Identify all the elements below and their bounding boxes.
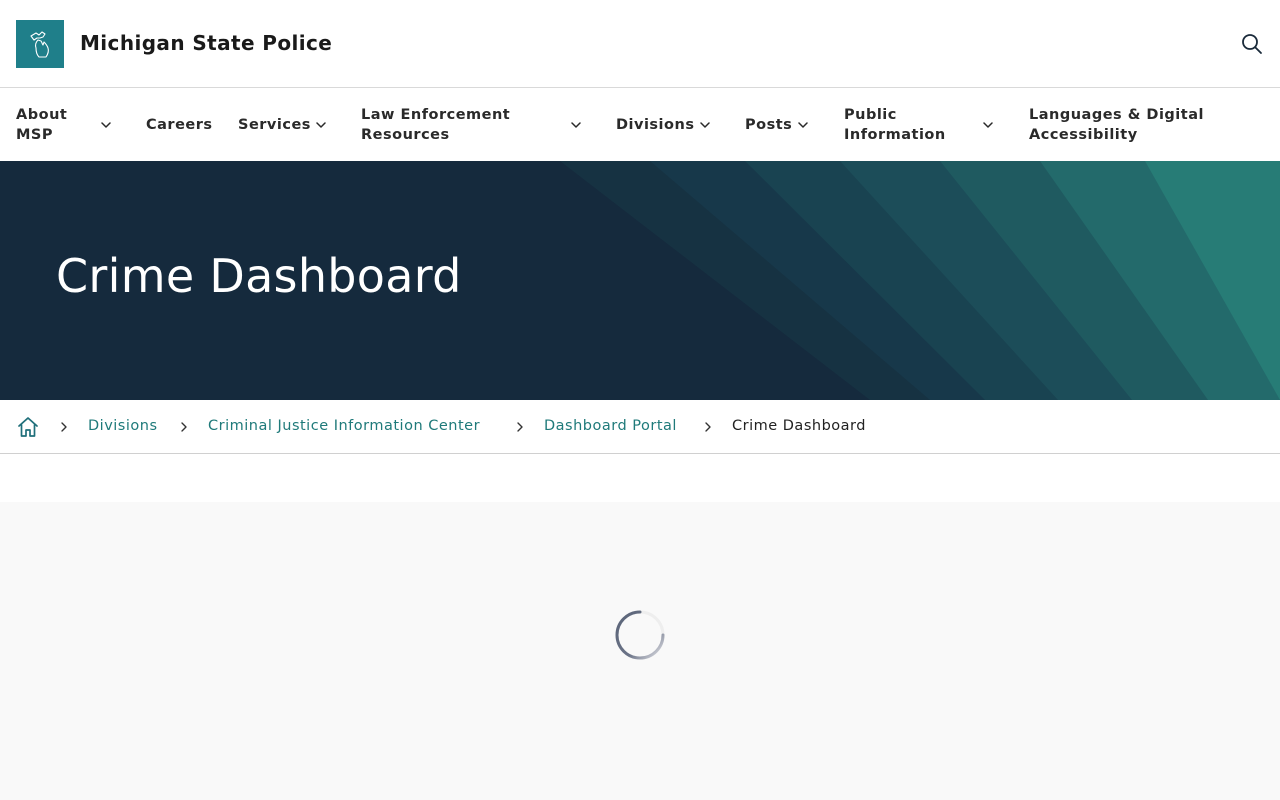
- search-button[interactable]: [1238, 30, 1266, 58]
- chevron-right-icon: [61, 422, 67, 432]
- home-icon[interactable]: [16, 415, 40, 439]
- michigan-state-outline-icon: [30, 31, 49, 58]
- nav-item-label: Public Information: [844, 107, 946, 143]
- nav-item-services[interactable]: Services: [238, 89, 330, 161]
- chevron-down-icon: [798, 122, 808, 128]
- dashboard-content: [0, 502, 1280, 800]
- main-nav: About MSP Careers Services Law Enforceme…: [0, 89, 1280, 161]
- loading-spinner-icon: [615, 610, 665, 660]
- chevron-down-icon: [571, 122, 581, 128]
- breadcrumb-current: Crime Dashboard: [732, 418, 866, 434]
- breadcrumb-link-dashboard-portal[interactable]: Dashboard Portal: [544, 418, 677, 434]
- nav-item-careers[interactable]: Careers: [146, 89, 212, 161]
- nav-item-label: Posts: [745, 117, 793, 133]
- nav-item-law-enforcement-resources[interactable]: Law Enforcement Resources: [361, 89, 586, 161]
- chevron-down-icon: [700, 122, 710, 128]
- nav-item-public-information[interactable]: Public Information: [844, 89, 1000, 161]
- breadcrumb: Divisions Criminal Justice Information C…: [0, 400, 1280, 454]
- breadcrumb-link-divisions[interactable]: Divisions: [88, 418, 158, 434]
- nav-item-posts[interactable]: Posts: [745, 89, 815, 161]
- breadcrumb-link-cjic[interactable]: Criminal Justice Information Center: [208, 418, 480, 434]
- search-icon: [1242, 34, 1262, 54]
- chevron-down-icon: [316, 122, 326, 128]
- nav-item-label: Divisions: [616, 117, 695, 133]
- nav-item-about-msp[interactable]: About MSP: [16, 89, 116, 161]
- nav-item-label: Law Enforcement Resources: [361, 107, 511, 143]
- chevron-down-icon: [983, 122, 993, 128]
- nav-item-divisions[interactable]: Divisions: [616, 89, 716, 161]
- hero-banner: Crime Dashboard: [0, 161, 1280, 400]
- nav-item-languages-digital-accessibility[interactable]: Languages & Digital Accessibility: [1029, 89, 1269, 161]
- nav-item-label: About MSP: [16, 107, 68, 143]
- nav-item-label: Careers: [146, 117, 213, 133]
- msp-logo[interactable]: [16, 20, 64, 68]
- chevron-right-icon: [517, 422, 523, 432]
- chevron-right-icon: [705, 422, 711, 432]
- site-header: Michigan State Police: [0, 0, 1280, 88]
- chevron-down-icon: [101, 122, 111, 128]
- nav-item-label: Services: [238, 117, 311, 133]
- nav-item-label: Languages & Digital Accessibility: [1029, 107, 1204, 143]
- chevron-right-icon: [181, 422, 187, 432]
- page-title: Crime Dashboard: [56, 249, 462, 303]
- site-title[interactable]: Michigan State Police: [80, 31, 332, 55]
